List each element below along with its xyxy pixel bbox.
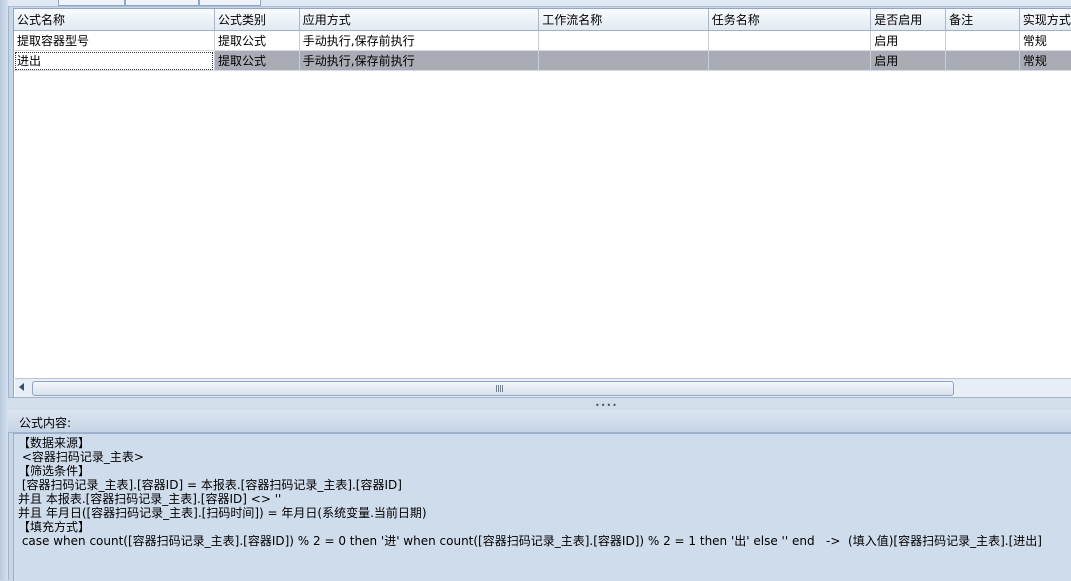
formula-line: <容器扫码记录_主表> (18, 450, 144, 464)
column-header-enabled[interactable]: 是否启用 (870, 9, 947, 31)
column-header-remark[interactable]: 备注 (945, 9, 1020, 31)
formula-line: [容器扫码记录_主表].[容器ID] = 本报表.[容器扫码记录_主表].[容器… (18, 478, 402, 492)
cell-task[interactable] (708, 30, 872, 51)
cell-enabled[interactable]: 启用 (870, 50, 947, 71)
cell-task[interactable] (708, 50, 872, 71)
toolbar-tab[interactable] (58, 0, 125, 6)
cell-workflow[interactable] (538, 30, 709, 51)
toolbar-tab[interactable] (199, 0, 261, 6)
cell-name[interactable]: 进出 (14, 50, 215, 71)
column-header-category[interactable]: 公式类别 (214, 9, 300, 31)
splitter-grip-icon: •••• (595, 401, 618, 410)
cell-category[interactable]: 提取公式 (214, 50, 300, 71)
cell-workflow[interactable] (538, 50, 709, 71)
formula-content[interactable]: 【数据来源】 <容器扫码记录_主表> 【筛选条件】 [容器扫码记录_主表].[容… (13, 433, 1071, 581)
formula-line: 【数据来源】 (18, 436, 91, 450)
formula-grid: 公式名称 公式类别 应用方式 工作流名称 任务名称 是否启用 备注 实现方式 提… (13, 8, 1071, 398)
formula-table: 公式名称 公式类别 应用方式 工作流名称 任务名称 是否启用 备注 实现方式 提… (14, 9, 1071, 71)
header-row: 公式名称 公式类别 应用方式 工作流名称 任务名称 是否启用 备注 实现方式 (14, 9, 1071, 31)
table-row-selected[interactable]: 进出 提取公式 手动执行,保存前执行 启用 常规 (14, 50, 1071, 71)
cell-remark[interactable] (945, 50, 1020, 71)
top-toolbar-strip (8, 0, 1071, 7)
scroll-left-arrow-icon[interactable] (19, 383, 24, 391)
cell-implementation[interactable]: 常规 (1019, 50, 1071, 71)
formula-line: 【筛选条件】 (18, 464, 91, 478)
table-row[interactable]: 提取容器型号 提取公式 手动执行,保存前执行 启用 常规 (14, 30, 1071, 51)
cell-apply-mode[interactable]: 手动执行,保存前执行 (299, 50, 540, 71)
column-header-implementation[interactable]: 实现方式 (1019, 9, 1071, 31)
column-header-task[interactable]: 任务名称 (708, 9, 872, 31)
formula-line: 并且 本报表.[容器扫码记录_主表].[容器ID] <> '' (18, 492, 282, 506)
cell-apply-mode[interactable]: 手动执行,保存前执行 (299, 30, 540, 51)
grip-icon (496, 385, 503, 392)
formula-line: case when count([容器扫码记录_主表].[容器ID]) % 2 … (18, 534, 1042, 548)
cell-implementation[interactable]: 常规 (1019, 30, 1071, 51)
formula-panel-header: 公式内容: (8, 410, 1071, 433)
column-header-name[interactable]: 公式名称 (14, 9, 215, 31)
column-header-apply-mode[interactable]: 应用方式 (299, 9, 540, 31)
cell-category[interactable]: 提取公式 (214, 30, 300, 51)
cell-remark[interactable] (945, 30, 1020, 51)
left-border (0, 0, 9, 580)
cell-name[interactable]: 提取容器型号 (14, 30, 215, 51)
toolbar-tab[interactable] (125, 0, 199, 6)
formula-line: 并且 年月日([容器扫码记录_主表].[扫码时间]) = 年月日(系统变量.当前… (18, 506, 427, 520)
formula-line: 【填充方式】 (18, 520, 91, 534)
horizontal-scrollbar[interactable] (15, 378, 1071, 397)
cell-enabled[interactable]: 启用 (870, 30, 947, 51)
scrollbar-thumb[interactable] (32, 381, 954, 396)
panel-title: 公式内容: (19, 416, 72, 430)
column-header-workflow[interactable]: 工作流名称 (538, 9, 709, 31)
